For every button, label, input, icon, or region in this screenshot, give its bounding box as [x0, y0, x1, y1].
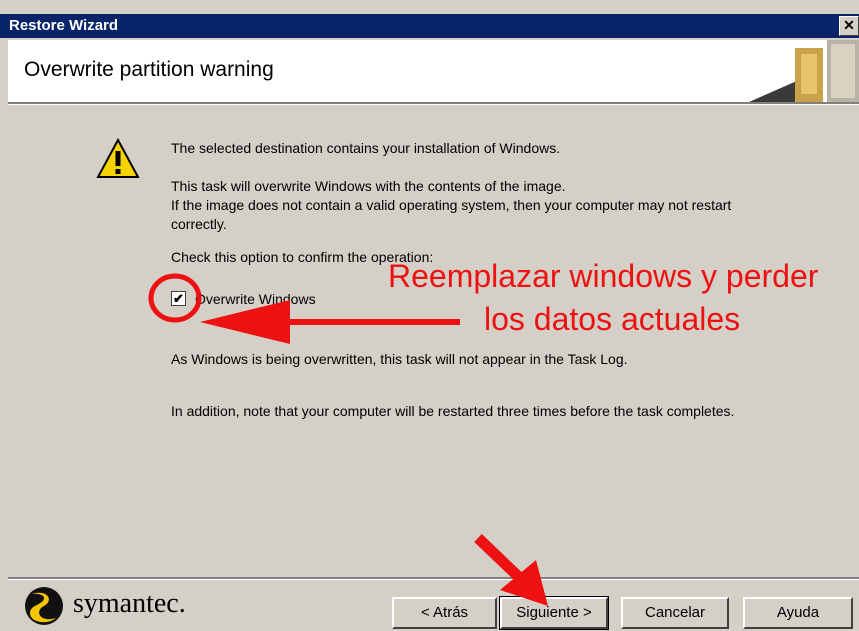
window-title: Restore Wizard	[9, 17, 119, 34]
title-bar[interactable]: Restore Wizard ✕	[0, 14, 859, 38]
symantec-brand: symantec.	[73, 588, 186, 619]
cancel-button[interactable]: Cancelar	[621, 597, 729, 629]
close-button[interactable]: ✕	[839, 16, 859, 36]
header-banner-art-icon	[709, 40, 859, 102]
annotation-line2: los datos actuales	[484, 301, 741, 337]
next-button[interactable]: Siguiente >	[499, 596, 609, 630]
down-arrow-icon	[474, 534, 548, 606]
footer-divider	[8, 577, 859, 580]
warning-icon	[96, 137, 140, 178]
overwrite-message-line1: This task will overwrite Windows with th…	[171, 178, 566, 194]
help-button[interactable]: Ayuda	[743, 597, 853, 629]
header-divider	[8, 102, 859, 105]
page-title: Overwrite partition warning	[24, 58, 274, 81]
restart-note: In addition, note that your computer wil…	[171, 403, 735, 419]
overwrite-message-line3: correctly.	[171, 216, 227, 232]
task-log-note: As Windows is being overwritten, this ta…	[171, 351, 628, 367]
overwrite-windows-checkbox[interactable]: ✔	[171, 291, 186, 306]
overwrite-windows-label[interactable]: Overwrite Windows	[195, 290, 316, 309]
overwrite-message-line2: If the image does not contain a valid op…	[171, 197, 732, 213]
wizard-header: Overwrite partition warning	[8, 40, 859, 102]
destination-message: The selected destination contains your i…	[171, 140, 561, 156]
restore-wizard-window: Restore Wizard ✕ Overwrite partition war…	[0, 0, 859, 631]
back-button[interactable]: < Atrás	[392, 597, 497, 629]
symantec-logo-icon	[25, 587, 63, 625]
annotation-line1: Reemplazar windows y perder	[388, 258, 819, 294]
